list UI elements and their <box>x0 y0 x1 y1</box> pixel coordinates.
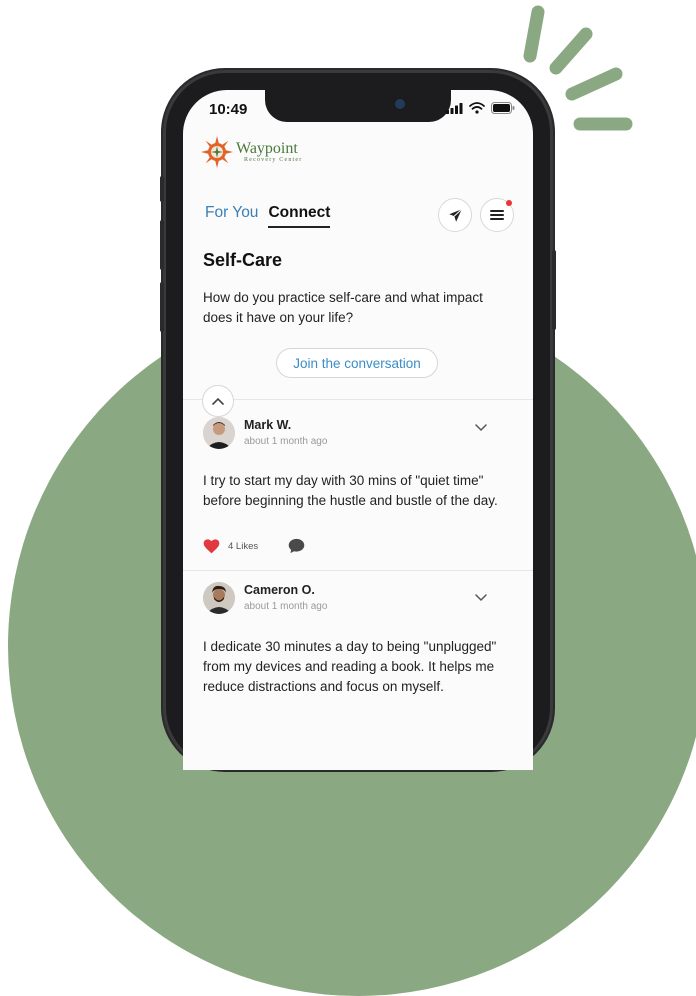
brand-name: Waypoint <box>236 140 298 157</box>
post-actions: 4 Likes <box>203 538 305 554</box>
battery-icon <box>491 102 515 114</box>
post-text: I dedicate 30 minutes a day to being "un… <box>203 639 497 694</box>
avatar[interactable] <box>203 582 235 614</box>
brand-subtitle: Recovery Center <box>244 157 303 163</box>
menu-button[interactable] <box>480 198 514 232</box>
tab-for-you[interactable]: For You <box>205 204 258 228</box>
user-photo-icon <box>203 417 235 449</box>
tab-bar: For You Connect <box>205 204 331 228</box>
compass-sun-icon <box>201 136 233 168</box>
post-text: I try to start my day with 30 mins of "q… <box>203 473 498 508</box>
topic-title: Self-Care <box>203 250 283 270</box>
brand-text: Waypoint Recovery Center <box>236 140 303 164</box>
post-item: Cameron O. about 1 month ago I dedicate … <box>183 571 533 770</box>
post-author[interactable]: Mark W. <box>244 418 291 432</box>
topic-question: How do you practice self-care and what i… <box>203 290 483 325</box>
heart-icon[interactable] <box>203 538 220 554</box>
join-conversation-button[interactable]: Join the conversation <box>276 348 438 378</box>
post-item: Mark W. about 1 month ago I try to start… <box>183 400 533 570</box>
phone-notch <box>265 90 451 122</box>
chevron-down-icon[interactable] <box>475 594 487 602</box>
user-photo-icon <box>203 582 235 614</box>
camera-icon <box>395 99 405 109</box>
chevron-down-icon[interactable] <box>475 424 487 432</box>
tab-connect[interactable]: Connect <box>268 204 331 228</box>
comment-icon[interactable] <box>288 538 305 554</box>
phone-power-button <box>552 250 556 330</box>
status-time: 10:49 <box>209 101 248 118</box>
phone-frame: 10:49 Waypoint Recovery Center For You C… <box>160 70 556 770</box>
brand-logo[interactable]: Waypoint Recovery Center <box>201 136 302 168</box>
hamburger-menu-icon <box>490 210 504 220</box>
post-time: about 1 month ago <box>244 601 328 612</box>
phone-volume-down <box>160 282 164 332</box>
post-author[interactable]: Cameron O. <box>244 583 315 597</box>
wifi-icon <box>469 102 485 114</box>
send-message-button[interactable] <box>438 198 472 232</box>
app-screen: 10:49 Waypoint Recovery Center For You C… <box>183 90 533 770</box>
avatar[interactable] <box>203 417 235 449</box>
paper-plane-icon <box>448 208 462 222</box>
phone-volume-up <box>160 220 164 270</box>
notification-dot <box>506 200 512 206</box>
signal-icon <box>446 102 463 114</box>
phone-mute-switch <box>160 176 164 202</box>
likes-count: 4 Likes <box>228 540 259 552</box>
status-icons <box>446 102 515 114</box>
post-time: about 1 month ago <box>244 436 328 447</box>
